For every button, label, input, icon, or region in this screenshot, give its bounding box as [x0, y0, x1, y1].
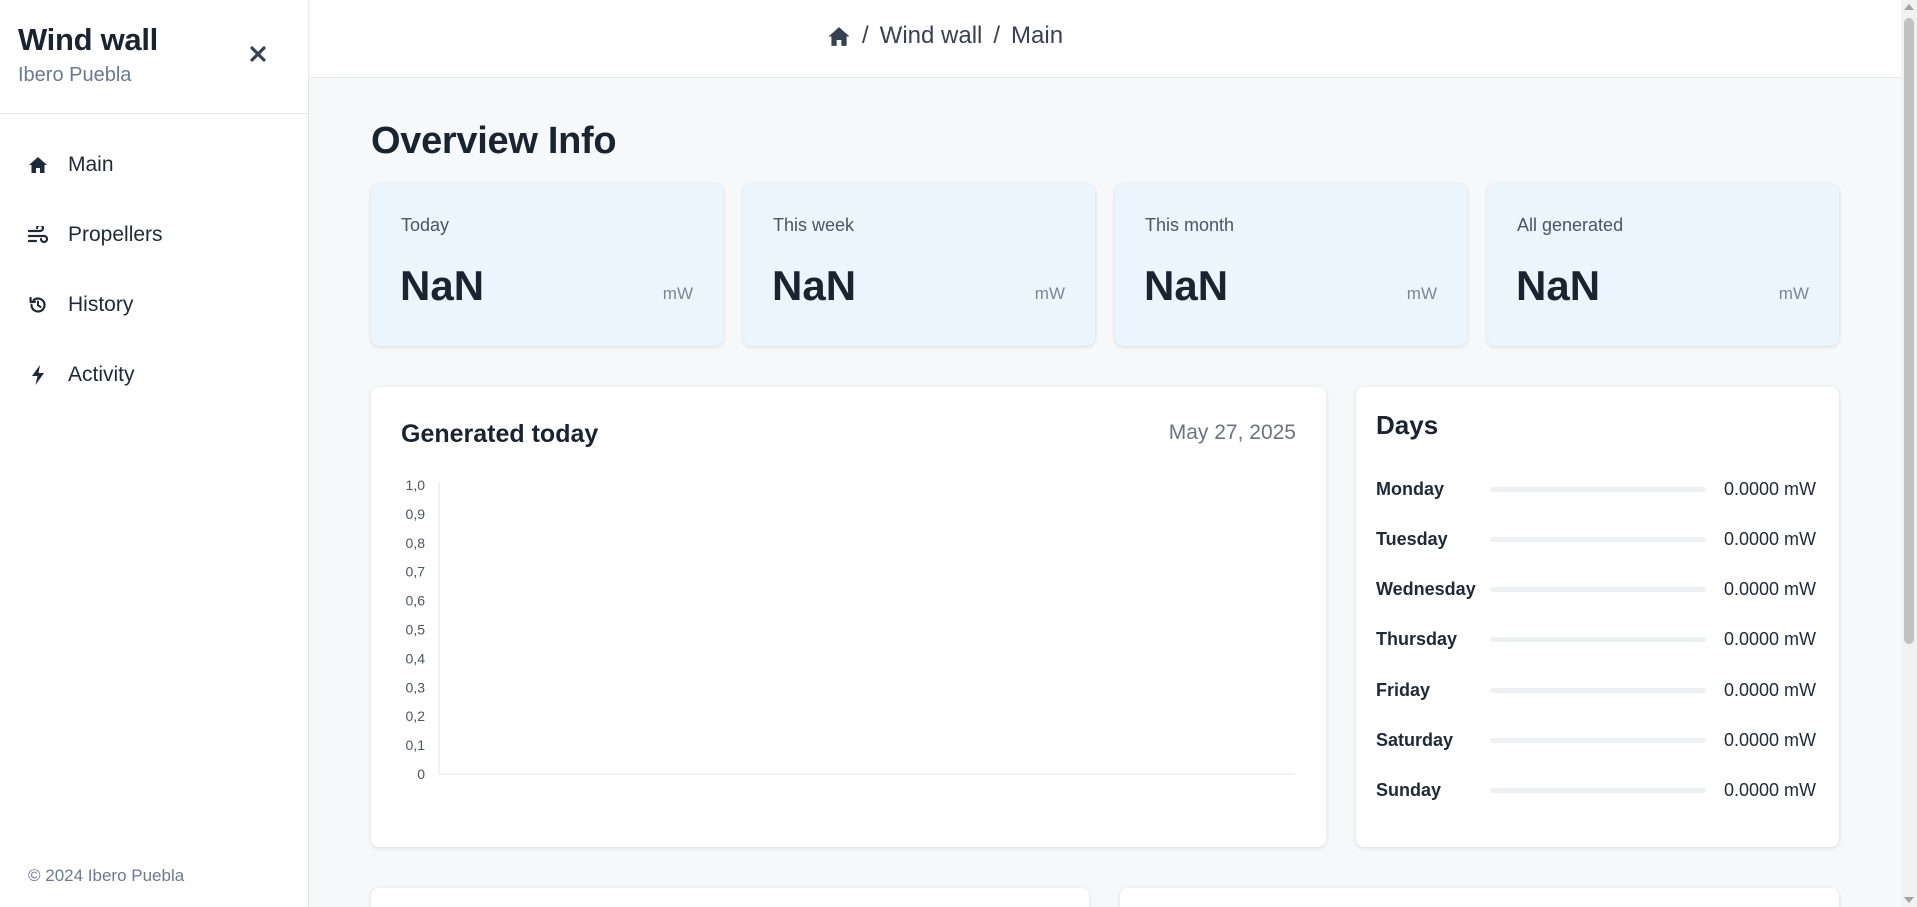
- stat-value: NaN: [400, 262, 485, 309]
- history-icon: [27, 294, 49, 316]
- stat-value: NaN: [772, 262, 857, 309]
- y-tick-label: 0,9: [406, 506, 426, 522]
- days-title: Days: [1376, 410, 1439, 440]
- breadcrumb-item-wind-wall[interactable]: Wind wall: [880, 22, 983, 50]
- y-tick-labels: 0 0,1 0,2 0,3 0,4 0,5 0,6 0,7 0,8 0,9 1,0: [406, 477, 426, 782]
- breadcrumb-item-main[interactable]: Main: [1011, 22, 1063, 50]
- day-name: Thursday: [1376, 629, 1458, 650]
- scroll-thumb[interactable]: [1904, 18, 1914, 644]
- sidebar-item-label: Main: [68, 153, 114, 176]
- sidebar-item-activity[interactable]: Activity: [0, 340, 308, 410]
- day-progress-bar: [1490, 536, 1706, 542]
- sidebar-item-propellers[interactable]: Propellers: [0, 200, 308, 270]
- sidebar-item-label: Propellers: [68, 223, 163, 246]
- day-name: Sunday: [1376, 780, 1442, 801]
- top-bar: / Wind wall / Main: [310, 0, 1901, 78]
- days-card: Days Monday 0.0000 mW Tuesday 0.0000 mW Wedn…: [1356, 387, 1839, 847]
- day-row-sunday: Sunday 0.0000 mW: [1376, 776, 1820, 806]
- day-progress-bar: [1490, 637, 1706, 643]
- stat-label: Today: [401, 215, 450, 235]
- breadcrumb-separator: /: [993, 22, 1001, 49]
- home-icon: [27, 154, 49, 176]
- day-name: Tuesday: [1376, 528, 1448, 549]
- stat-unit: mW: [1034, 284, 1065, 303]
- day-name: Monday: [1376, 478, 1445, 499]
- y-tick-label: 0,1: [406, 737, 426, 753]
- sidebar-item-history[interactable]: History: [0, 270, 308, 340]
- breadcrumb-separator: /: [862, 22, 869, 49]
- day-value: 0.0000 mW: [1724, 478, 1817, 499]
- y-tick-label: 0,8: [406, 535, 426, 551]
- day-progress-bar: [1490, 687, 1706, 693]
- stat-value: NaN: [1516, 262, 1601, 309]
- day-value: 0.0000 mW: [1724, 730, 1817, 750]
- lower-card-right: [1120, 888, 1839, 907]
- stat-unit: mW: [662, 284, 693, 303]
- scrollbar[interactable]: [1901, 0, 1917, 907]
- y-tick-label: 0,5: [406, 622, 426, 638]
- day-row-saturday: Saturday 0.0000 mW: [1376, 726, 1820, 756]
- sidebar-header: Wind wall Ibero Puebla: [0, 0, 308, 114]
- stat-unit: mW: [1778, 284, 1809, 303]
- day-name: Wednesday: [1376, 579, 1476, 600]
- day-progress-bar: [1490, 486, 1706, 492]
- stat-card-all-generated: All generated NaN mW: [1487, 184, 1839, 346]
- stat-card-this-month: This month NaN mW: [1115, 184, 1467, 346]
- y-tick-label: 0,4: [406, 650, 426, 666]
- day-value: 0.0000 mW: [1724, 528, 1817, 549]
- y-tick-label: 0,6: [406, 593, 426, 609]
- generated-today-chart: 0 0,1 0,2 0,3 0,4 0,5 0,6 0,7 0,8 0,9 1,0: [406, 477, 1295, 782]
- day-row-tuesday: Tuesday 0.0000 mW: [1376, 524, 1820, 554]
- stat-card-today: Today NaN mW: [371, 184, 723, 346]
- day-row-monday: Monday 0.0000 mW: [1376, 474, 1820, 504]
- day-row-thursday: Thursday 0.0000 mW: [1376, 625, 1820, 655]
- generated-today-card: Generated today May 27, 2025 0 0,1 0,2 0,3 0…: [371, 387, 1326, 847]
- day-row-friday: Friday 0.0000 mW: [1376, 675, 1820, 705]
- day-value: 0.0000 mW: [1724, 579, 1817, 600]
- stat-label: This week: [773, 215, 855, 235]
- scroll-down-icon[interactable]: [1904, 897, 1914, 903]
- page-title: Overview Info: [371, 120, 617, 162]
- close-icon[interactable]: [244, 40, 272, 68]
- day-value: 0.0000 mW: [1724, 679, 1817, 700]
- sidebar-nav: Main Propellers History Activity: [0, 114, 308, 410]
- wind-icon: [27, 224, 49, 246]
- day-progress-bar: [1490, 587, 1706, 593]
- y-tick-label: 0,2: [406, 708, 426, 724]
- stat-unit: mW: [1406, 284, 1437, 303]
- lower-card-left: [371, 888, 1089, 907]
- day-value: 0.0000 mW: [1724, 629, 1817, 650]
- day-value: 0.0000 mW: [1724, 780, 1817, 801]
- day-progress-bar: [1490, 738, 1706, 743]
- y-tick-label: 0: [417, 766, 425, 782]
- stat-label: All generated: [1517, 215, 1624, 235]
- bolt-icon: [27, 364, 49, 386]
- sidebar-item-label: History: [68, 293, 134, 316]
- y-tick-label: 1,0: [406, 477, 426, 493]
- day-row-wednesday: Wednesday 0.0000 mW: [1376, 575, 1820, 605]
- breadcrumb: / Wind wall / Main: [827, 22, 1063, 50]
- home-icon[interactable]: [827, 26, 851, 47]
- sidebar-item-main[interactable]: Main: [0, 130, 308, 200]
- sidebar-item-label: Activity: [68, 363, 135, 386]
- y-tick-label: 0,7: [406, 564, 426, 580]
- stat-card-this-week: This week NaN mW: [743, 184, 1095, 346]
- day-name: Friday: [1376, 679, 1431, 700]
- scroll-up-icon[interactable]: [1904, 4, 1914, 10]
- stat-value: NaN: [1144, 262, 1229, 309]
- y-tick-label: 0,3: [406, 679, 426, 695]
- sidebar: Wind wall Ibero Puebla Main Propellers H…: [0, 0, 309, 907]
- stat-label: This month: [1145, 215, 1235, 235]
- day-name: Saturday: [1376, 730, 1454, 750]
- copyright-footer: © 2024 Ibero Puebla: [28, 866, 185, 885]
- day-progress-bar: [1490, 788, 1706, 794]
